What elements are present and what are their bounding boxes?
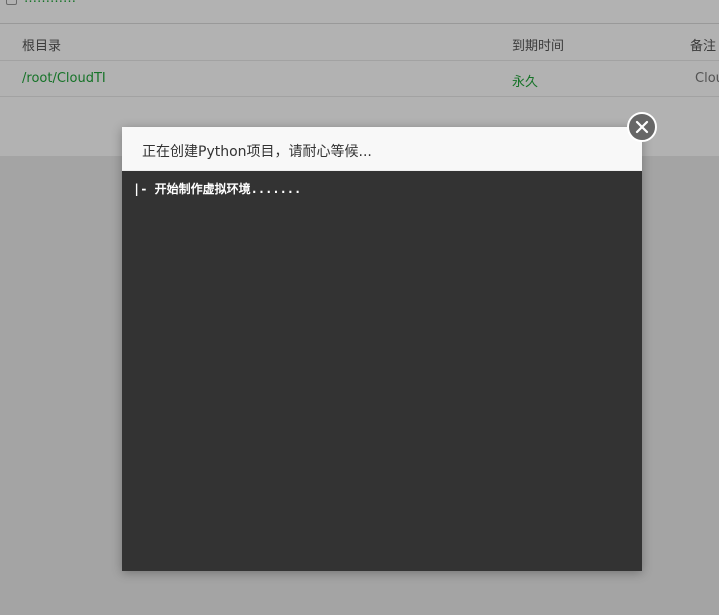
create-project-modal: 正在创建Python项目，请耐心等候... |- 开始制作虚拟环境.......: [122, 127, 642, 571]
modal-close-button[interactable]: [627, 112, 657, 142]
modal-title: 正在创建Python项目，请耐心等候...: [142, 144, 372, 160]
modal-header: 正在创建Python项目，请耐心等候...: [122, 127, 642, 171]
terminal-line: |- 开始制作虚拟环境.......: [133, 182, 302, 196]
close-icon: [635, 120, 649, 134]
terminal-output: |- 开始制作虚拟环境.......: [122, 171, 642, 571]
